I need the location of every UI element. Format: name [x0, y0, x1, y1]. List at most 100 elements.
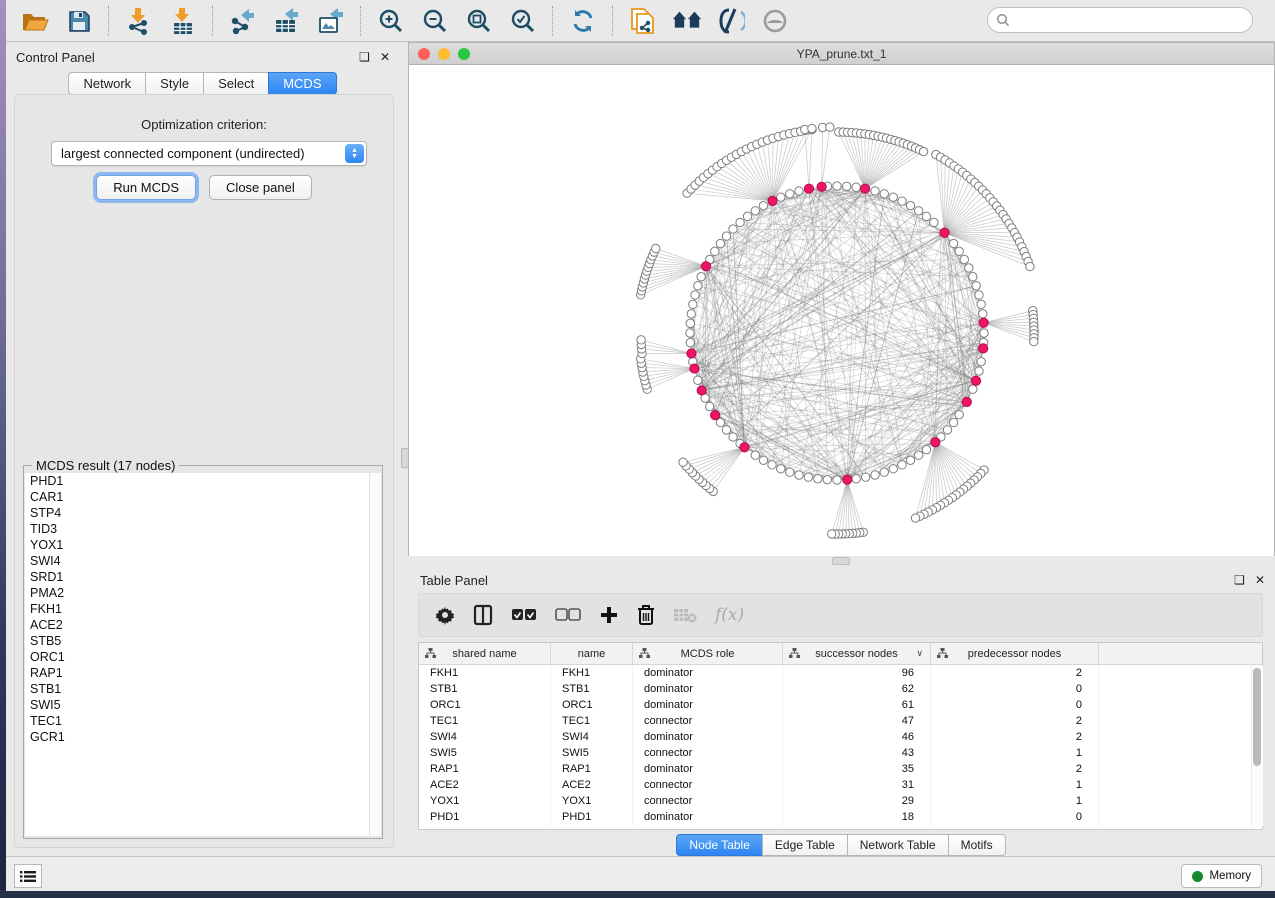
- mcds-result-item[interactable]: TEC1: [25, 713, 369, 729]
- network-canvas[interactable]: [409, 65, 1274, 556]
- settings-gear-icon[interactable]: [435, 605, 455, 625]
- table-cell: connector: [633, 777, 783, 793]
- network-window-title: YPA_prune.txt_1: [409, 47, 1274, 61]
- task-history-button[interactable]: [14, 864, 42, 888]
- mcds-result-item[interactable]: SWI4: [25, 553, 369, 569]
- mcds-result-item[interactable]: ACE2: [25, 617, 369, 633]
- table-cell: 35: [783, 761, 931, 777]
- mcds-result-item[interactable]: PMA2: [25, 585, 369, 601]
- add-column-icon[interactable]: [599, 605, 619, 625]
- table-scrollbar-thumb[interactable]: [1253, 668, 1261, 766]
- mcds-result-item[interactable]: STB1: [25, 681, 369, 697]
- table-row[interactable]: RAP1RAP1dominator352: [419, 761, 1262, 777]
- select-all-icon[interactable]: [511, 608, 537, 622]
- mcds-result-item[interactable]: STP4: [25, 505, 369, 521]
- export-table-icon[interactable]: [272, 6, 302, 36]
- mcds-result-item[interactable]: PHD1: [25, 473, 369, 489]
- table-row[interactable]: ACE2ACE2connector311: [419, 777, 1262, 793]
- table-cell: ACE2: [419, 777, 551, 793]
- horizontal-splitter-grip[interactable]: [832, 557, 850, 565]
- table-row[interactable]: YOX1YOX1connector291: [419, 793, 1262, 809]
- table-cell: 62: [783, 681, 931, 697]
- column-header-predecessor-nodes[interactable]: predecessor nodes: [931, 643, 1099, 664]
- tab-select[interactable]: Select: [203, 72, 269, 95]
- mcds-result-item[interactable]: STB5: [25, 633, 369, 649]
- import-network-icon[interactable]: [124, 6, 154, 36]
- zoom-fit-icon[interactable]: [464, 6, 494, 36]
- select-stepper-icon: ▲▼: [345, 144, 364, 163]
- refresh-icon[interactable]: [568, 6, 598, 36]
- search-box[interactable]: [987, 7, 1253, 33]
- mcds-result-item[interactable]: YOX1: [25, 537, 369, 553]
- table-cell: SWI4: [419, 729, 551, 745]
- close-panel-button[interactable]: Close panel: [209, 175, 312, 200]
- application-window: Control Panel ❑ ✕ NetworkStyleSelectMCDS…: [0, 0, 1275, 898]
- open-session-icon[interactable]: [20, 6, 50, 36]
- table-row[interactable]: SWI4SWI4dominator462: [419, 729, 1262, 745]
- mcds-result-item[interactable]: SRD1: [25, 569, 369, 585]
- column-header-name[interactable]: name: [551, 643, 633, 664]
- run-mcds-button[interactable]: Run MCDS: [96, 175, 196, 200]
- close-table-panel-icon[interactable]: ✕: [1255, 574, 1265, 586]
- search-input[interactable]: [1010, 12, 1252, 28]
- tab-node-table[interactable]: Node Table: [676, 834, 763, 856]
- mcds-result-item[interactable]: ORC1: [25, 649, 369, 665]
- optimization-criterion-select[interactable]: largest connected component (undirected)…: [51, 141, 367, 166]
- mcds-result-item[interactable]: GCR1: [25, 729, 369, 745]
- tab-network[interactable]: Network: [68, 72, 146, 95]
- tab-mcds[interactable]: MCDS: [268, 72, 336, 95]
- table-row[interactable]: ORC1ORC1dominator610: [419, 697, 1262, 713]
- table-cell: 1: [931, 793, 1099, 809]
- function-builder-icon[interactable]: f(x): [715, 605, 744, 625]
- mcds-result-item[interactable]: CAR1: [25, 489, 369, 505]
- export-network-icon[interactable]: [228, 6, 258, 36]
- table-cell: dominator: [633, 665, 783, 681]
- mcds-result-item[interactable]: RAP1: [25, 665, 369, 681]
- save-session-icon[interactable]: [64, 6, 94, 36]
- import-table-icon[interactable]: [168, 6, 198, 36]
- column-label: shared name: [452, 648, 516, 660]
- deselect-all-icon[interactable]: [555, 608, 581, 622]
- column-header-shared-name[interactable]: shared name: [419, 643, 551, 664]
- table-row[interactable]: STB1STB1dominator620: [419, 681, 1262, 697]
- export-image-icon[interactable]: [316, 6, 346, 36]
- float-panel-icon[interactable]: ❑: [359, 51, 370, 63]
- hide-graphics-details-icon[interactable]: [716, 6, 746, 36]
- zoom-selected-icon[interactable]: [508, 6, 538, 36]
- column-header-MCDS-role[interactable]: MCDS role: [633, 643, 783, 664]
- mcds-list-scrollbar[interactable]: [369, 473, 381, 836]
- delete-column-icon[interactable]: [637, 604, 655, 626]
- tab-network-table[interactable]: Network Table: [847, 834, 949, 856]
- table-cell-filler: [1099, 665, 1262, 681]
- tab-style[interactable]: Style: [145, 72, 204, 95]
- delete-table-icon[interactable]: [673, 607, 697, 623]
- vertical-splitter[interactable]: [400, 42, 408, 856]
- memory-button[interactable]: Memory: [1181, 864, 1262, 888]
- table-cell: 2: [931, 729, 1099, 745]
- mcds-result-item[interactable]: SWI5: [25, 697, 369, 713]
- table-row[interactable]: FKH1FKH1dominator962: [419, 665, 1262, 681]
- table-row[interactable]: TEC1TEC1connector472: [419, 713, 1262, 729]
- table-cell: 1: [931, 777, 1099, 793]
- table-scrollbar[interactable]: [1251, 666, 1263, 826]
- home-icon[interactable]: [672, 6, 702, 36]
- table-cell: dominator: [633, 729, 783, 745]
- zoom-out-icon[interactable]: [420, 6, 450, 36]
- tab-motifs[interactable]: Motifs: [948, 834, 1006, 856]
- zoom-in-icon[interactable]: [376, 6, 406, 36]
- column-chooser-icon[interactable]: [473, 604, 493, 626]
- table-cell: dominator: [633, 761, 783, 777]
- table-row[interactable]: PHD1PHD1dominator180: [419, 809, 1262, 825]
- table-row[interactable]: SWI5SWI5connector431: [419, 745, 1262, 761]
- main-toolbar: [6, 0, 1275, 42]
- mcds-result-item[interactable]: TID3: [25, 521, 369, 537]
- mcds-tab-content: Optimization criterion: largest connecte…: [14, 94, 394, 848]
- network-graph[interactable]: [409, 65, 1274, 556]
- column-header-successor-nodes[interactable]: successor nodes∨: [783, 643, 931, 664]
- tab-edge-table[interactable]: Edge Table: [762, 834, 848, 856]
- mcds-result-item[interactable]: FKH1: [25, 601, 369, 617]
- clone-network-icon[interactable]: [628, 6, 658, 36]
- float-table-panel-icon[interactable]: ❑: [1234, 574, 1245, 586]
- show-graphics-details-icon[interactable]: [760, 6, 790, 36]
- close-panel-icon[interactable]: ✕: [380, 51, 390, 63]
